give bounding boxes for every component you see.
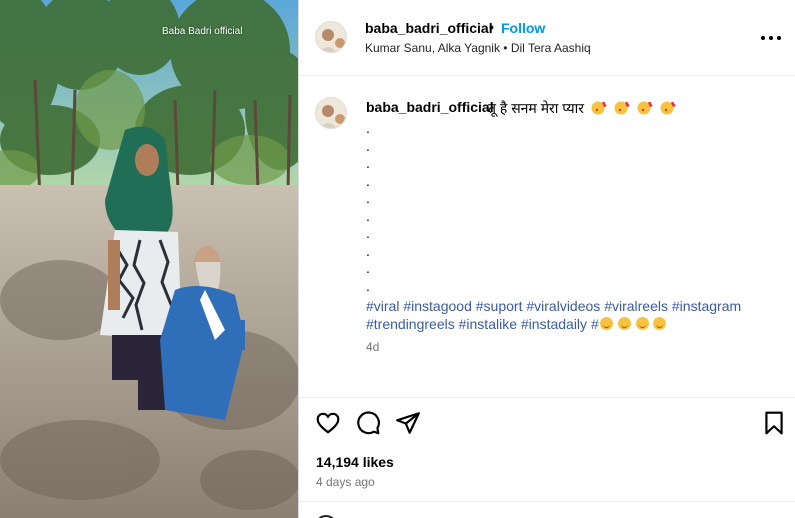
hashtag-link[interactable]: #instagram bbox=[672, 298, 741, 314]
smile-emoji bbox=[599, 317, 613, 330]
action-bar: 14,194 likes 4 days ago bbox=[299, 397, 795, 501]
post-panel: baba_badri_official • Follow Kumar Sanu,… bbox=[298, 0, 795, 518]
audio-link[interactable]: Kumar Sanu, Alka Yagnik • Dil Tera Aashi… bbox=[365, 41, 591, 55]
caption-avatar[interactable] bbox=[315, 97, 347, 129]
hashtag-link[interactable]: #instadaily bbox=[521, 316, 587, 332]
post-media[interactable]: Baba Badri official bbox=[0, 0, 298, 518]
caption-dot: . bbox=[366, 137, 370, 154]
more-icon[interactable] bbox=[759, 28, 783, 48]
caption-dot: . bbox=[366, 225, 370, 241]
caption-dot: . bbox=[366, 155, 370, 171]
caption-dot: . bbox=[366, 207, 370, 224]
smile-emoji bbox=[635, 317, 649, 330]
hashtag-link[interactable]: #instalike bbox=[459, 316, 517, 332]
kiss-emoji bbox=[614, 101, 630, 115]
header-separator: • bbox=[489, 19, 494, 35]
caption-dot: . bbox=[366, 120, 370, 136]
bookmark-icon[interactable] bbox=[761, 410, 787, 436]
kiss-emoji bbox=[591, 101, 607, 115]
post-header: baba_badri_official • Follow Kumar Sanu,… bbox=[299, 0, 795, 76]
caption-dot: . bbox=[366, 190, 370, 206]
comment-icon[interactable] bbox=[355, 410, 381, 436]
caption-text: तू है सनम मेरा प्यार bbox=[488, 99, 676, 118]
hashtag-link[interactable]: #trendingreels bbox=[366, 316, 455, 332]
caption: baba_badri_official तू है सनम मेरा प्यार… bbox=[299, 77, 795, 397]
caption-dot: . bbox=[366, 172, 370, 189]
share-icon[interactable] bbox=[395, 410, 421, 436]
hashtag-link[interactable]: # bbox=[591, 316, 599, 332]
post-date[interactable]: 4 days ago bbox=[316, 475, 375, 489]
hashtag-link[interactable]: #instagood bbox=[403, 298, 472, 314]
caption-username[interactable]: baba_badri_official bbox=[366, 99, 494, 115]
caption-text-body: तू है सनम मेरा प्यार bbox=[488, 100, 584, 116]
follow-button[interactable]: Follow bbox=[501, 20, 545, 36]
add-comment-bar bbox=[299, 501, 795, 518]
caption-dot: . bbox=[366, 277, 370, 294]
avatar[interactable] bbox=[315, 21, 347, 53]
caption-dot: . bbox=[366, 260, 370, 276]
smile-emoji bbox=[617, 317, 631, 330]
header-username[interactable]: baba_badri_official bbox=[365, 20, 493, 36]
hashtag-link[interactable]: #viral bbox=[366, 298, 399, 314]
caption-timestamp[interactable]: 4d bbox=[366, 340, 379, 354]
caption-dots: . . . . . . . . . . bbox=[366, 120, 376, 295]
post-video bbox=[0, 0, 298, 518]
kiss-emoji bbox=[660, 101, 675, 115]
hashtag-link[interactable]: #viralvideos bbox=[526, 298, 600, 314]
hashtag-link[interactable]: #viralreels bbox=[604, 298, 668, 314]
caption-dot: . bbox=[366, 242, 370, 259]
likes-count[interactable]: 14,194 likes bbox=[316, 454, 394, 470]
smile-emoji bbox=[653, 317, 667, 330]
hashtag-link[interactable]: #suport bbox=[476, 298, 523, 314]
media-watermark: Baba Badri official bbox=[162, 26, 243, 37]
heart-icon[interactable] bbox=[315, 410, 341, 436]
hashtag-list: #viral #instagood #suport #viralvideos #… bbox=[366, 297, 786, 333]
kiss-emoji bbox=[637, 101, 653, 115]
